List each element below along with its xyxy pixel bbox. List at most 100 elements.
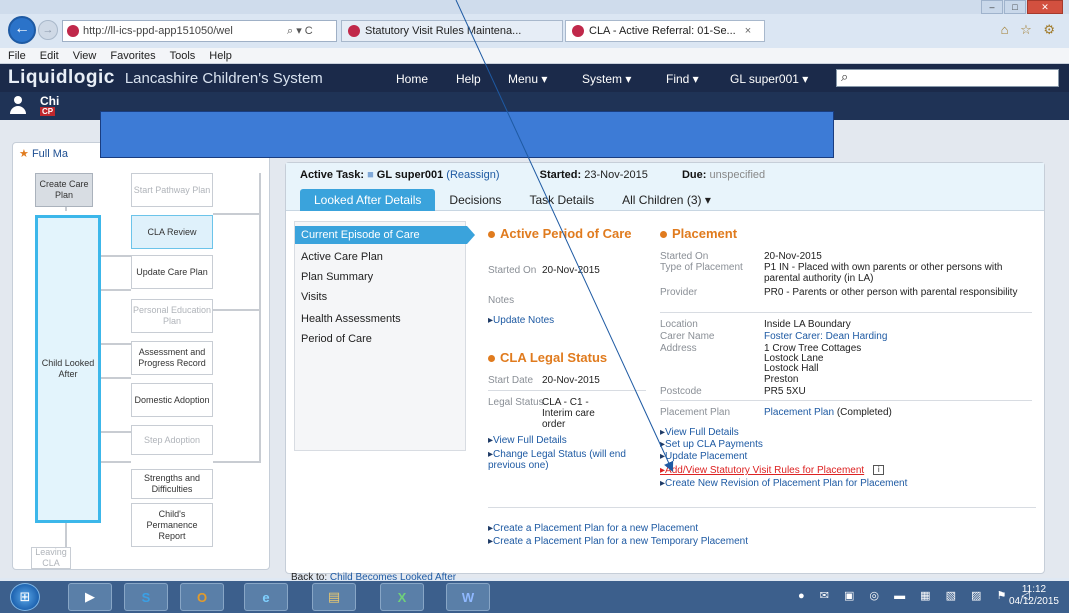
placement-provider: PR0 - Parents or other person with paren… bbox=[764, 287, 1018, 298]
nav-current-episode[interactable]: Current Episode of Care bbox=[295, 226, 475, 244]
nav-active-care-plan[interactable]: Active Care Plan bbox=[295, 248, 467, 266]
start-button[interactable]: ⊞ bbox=[10, 583, 40, 611]
map-node-step-adoption[interactable]: Step Adoption bbox=[131, 425, 213, 455]
home-icon: ★ bbox=[19, 148, 29, 160]
full-map-panel: ★ Full Ma Create Care Plan Start Pathway… bbox=[12, 142, 270, 570]
setup-cla-payments-link[interactable]: Set up CLA Payments bbox=[660, 439, 763, 450]
search-icon[interactable]: ⌕ bbox=[841, 69, 848, 85]
tabs-row: Looked After Details Decisions Task Deta… bbox=[300, 189, 725, 211]
statutory-visit-row: Add/View Statutory Visit Rules for Place… bbox=[660, 464, 885, 476]
map-node-create-care-plan[interactable]: Create Care Plan bbox=[35, 173, 93, 207]
menu-favorites[interactable]: Favorites bbox=[110, 50, 155, 62]
tab-looked-after-details[interactable]: Looked After Details bbox=[300, 189, 436, 211]
placement-postcode: PR5 5XU bbox=[764, 386, 806, 397]
browser-toolbar-icons[interactable]: ⌂ ☆ ⚙ bbox=[1001, 22, 1059, 38]
nav-find[interactable]: Find ▾ bbox=[666, 72, 699, 86]
taskbar-excel-icon[interactable]: X bbox=[380, 583, 424, 611]
map-node-assessment[interactable]: Assessment and Progress Record bbox=[131, 341, 213, 375]
change-legal-status-link[interactable]: Change Legal Status (will end previous o… bbox=[488, 449, 638, 471]
nav-visits[interactable]: Visits bbox=[295, 288, 467, 306]
tab-favicon-icon bbox=[572, 25, 584, 37]
menu-edit[interactable]: Edit bbox=[40, 50, 59, 62]
legal-start-date: 20-Nov-2015 bbox=[542, 375, 600, 386]
statutory-visit-rules-link[interactable]: Add/View Statutory Visit Rules for Place… bbox=[660, 465, 864, 476]
update-placement-link[interactable]: Update Placement bbox=[660, 451, 747, 462]
person-icon bbox=[10, 96, 26, 116]
taskbar-skype-icon[interactable]: S bbox=[124, 583, 168, 611]
new-revision-link[interactable]: Create New Revision of Placement Plan fo… bbox=[660, 478, 907, 489]
taskbar-ie-icon[interactable]: e bbox=[244, 583, 288, 611]
map-node-leaving-cla[interactable]: Leaving CLA bbox=[31, 547, 71, 569]
forward-button[interactable]: → bbox=[38, 20, 58, 40]
taskbar-powershell-icon[interactable]: ▶ bbox=[68, 583, 112, 611]
tab-decisions[interactable]: Decisions bbox=[435, 189, 515, 211]
taskbar-clock[interactable]: 11:12 04/12/2015 bbox=[1009, 584, 1059, 608]
create-placement-plan-link[interactable]: Create a Placement Plan for a new Placem… bbox=[488, 523, 698, 534]
nav-user[interactable]: GL super001 ▾ bbox=[730, 72, 808, 86]
create-temp-placement-plan-link[interactable]: Create a Placement Plan for a new Tempor… bbox=[488, 536, 748, 547]
menu-file[interactable]: File bbox=[8, 50, 26, 62]
placement-view-full-link[interactable]: View Full Details bbox=[660, 427, 739, 438]
menu-help[interactable]: Help bbox=[209, 50, 232, 62]
system-tray-icons[interactable]: ● ✉ ▣ ◎ ▬ ▦ ▧ ▨ ⚑ ◁ bbox=[798, 589, 1036, 602]
placement-title: Placement bbox=[660, 227, 860, 241]
site-favicon-icon bbox=[67, 25, 79, 37]
browser-tab-statutory[interactable]: Statutory Visit Rules Maintena... bbox=[341, 20, 563, 42]
address-bar[interactable]: http://ll-ics-ppd-app151050/wel ⌕ ▾ C bbox=[62, 20, 337, 42]
tab-all-children[interactable]: All Children (3) ▾ bbox=[608, 189, 725, 211]
taskbar-explorer-icon[interactable]: ▤ bbox=[312, 583, 356, 611]
nav-menu[interactable]: Menu ▾ bbox=[508, 72, 547, 86]
taskbar-outlook-icon[interactable]: O bbox=[180, 583, 224, 611]
nav-help[interactable]: Help bbox=[456, 72, 481, 86]
episode-nav: Current Episode of Care Active Care Plan… bbox=[294, 221, 475, 451]
taskbar-word-icon[interactable]: W bbox=[446, 583, 490, 611]
address-actions-icon[interactable]: ⌕ ▾ C bbox=[287, 24, 313, 38]
info-icon[interactable]: i bbox=[873, 465, 885, 476]
nav-health-assessments[interactable]: Health Assessments bbox=[295, 310, 467, 328]
main-panel: Active Task: ■ GL super001 (Reassign) St… bbox=[285, 162, 1045, 574]
window-controls: – □ ✕ bbox=[981, 0, 1063, 14]
address-line-3: Lostock Hall bbox=[764, 363, 819, 374]
map-node-update-care-plan[interactable]: Update Care Plan bbox=[131, 255, 213, 289]
task-due: unspecified bbox=[709, 169, 766, 181]
address-url[interactable]: http://ll-ics-ppd-app151050/wel bbox=[83, 25, 283, 37]
carer-name-link[interactable]: Foster Carer: Dean Harding bbox=[764, 331, 1014, 342]
placement-started-on: 20-Nov-2015 bbox=[764, 251, 822, 262]
map-node-domestic-adoption[interactable]: Domestic Adoption bbox=[131, 383, 213, 417]
maximize-button[interactable]: □ bbox=[1004, 0, 1026, 14]
period-started-on: 20-Nov-2015 bbox=[542, 265, 600, 276]
map-node-permanence[interactable]: Child's Permanence Report bbox=[131, 503, 213, 547]
browser-menubar: File Edit View Favorites Tools Help bbox=[0, 48, 1069, 64]
placement-plan-link[interactable]: Placement Plan bbox=[764, 407, 834, 418]
task-info-bar: Active Task: ■ GL super001 (Reassign) St… bbox=[286, 163, 1044, 211]
close-button[interactable]: ✕ bbox=[1027, 0, 1063, 14]
menu-view[interactable]: View bbox=[73, 50, 97, 62]
reassign-link[interactable]: (Reassign) bbox=[446, 169, 499, 181]
back-button[interactable]: ← bbox=[8, 16, 36, 44]
task-line: Active Task: ■ GL super001 (Reassign) St… bbox=[300, 169, 766, 181]
menu-tools[interactable]: Tools bbox=[170, 50, 196, 62]
map-node-cla-review[interactable]: CLA Review bbox=[131, 215, 213, 249]
legal-view-full-link[interactable]: View Full Details bbox=[488, 435, 567, 446]
map-title: ★ Full Ma bbox=[19, 148, 68, 160]
header-search-input[interactable]: ⌕ bbox=[836, 69, 1059, 87]
nav-home[interactable]: Home bbox=[396, 72, 428, 86]
update-notes-link[interactable]: Update Notes bbox=[488, 315, 554, 326]
nav-plan-summary[interactable]: Plan Summary bbox=[295, 268, 467, 286]
map-node-pep[interactable]: Personal Education Plan bbox=[131, 299, 213, 333]
browser-tab-cla[interactable]: CLA - Active Referral: 01-Se... × bbox=[565, 20, 765, 42]
nav-system[interactable]: System ▾ bbox=[582, 72, 631, 86]
minimize-button[interactable]: – bbox=[981, 0, 1003, 14]
tab-task-details[interactable]: Task Details bbox=[515, 189, 608, 211]
active-period-title: Active Period of Care bbox=[488, 227, 638, 241]
nav-period-of-care[interactable]: Period of Care bbox=[295, 330, 467, 348]
task-user: GL super001 bbox=[376, 169, 444, 181]
browser-tab-label: CLA - Active Referral: 01-Se... bbox=[589, 25, 736, 37]
tab-close-icon[interactable]: × bbox=[745, 25, 751, 37]
map-node-child-looked-after[interactable]: Child Looked After bbox=[35, 215, 101, 523]
window-titlebar: – □ ✕ bbox=[0, 0, 1069, 14]
placement-location: Inside LA Boundary bbox=[764, 319, 851, 330]
map-node-strengths[interactable]: Strengths and Difficulties bbox=[131, 469, 213, 499]
app-header: Liquidlogic Lancashire Children's System… bbox=[0, 64, 1069, 92]
map-node-start-pathway[interactable]: Start Pathway Plan bbox=[131, 173, 213, 207]
